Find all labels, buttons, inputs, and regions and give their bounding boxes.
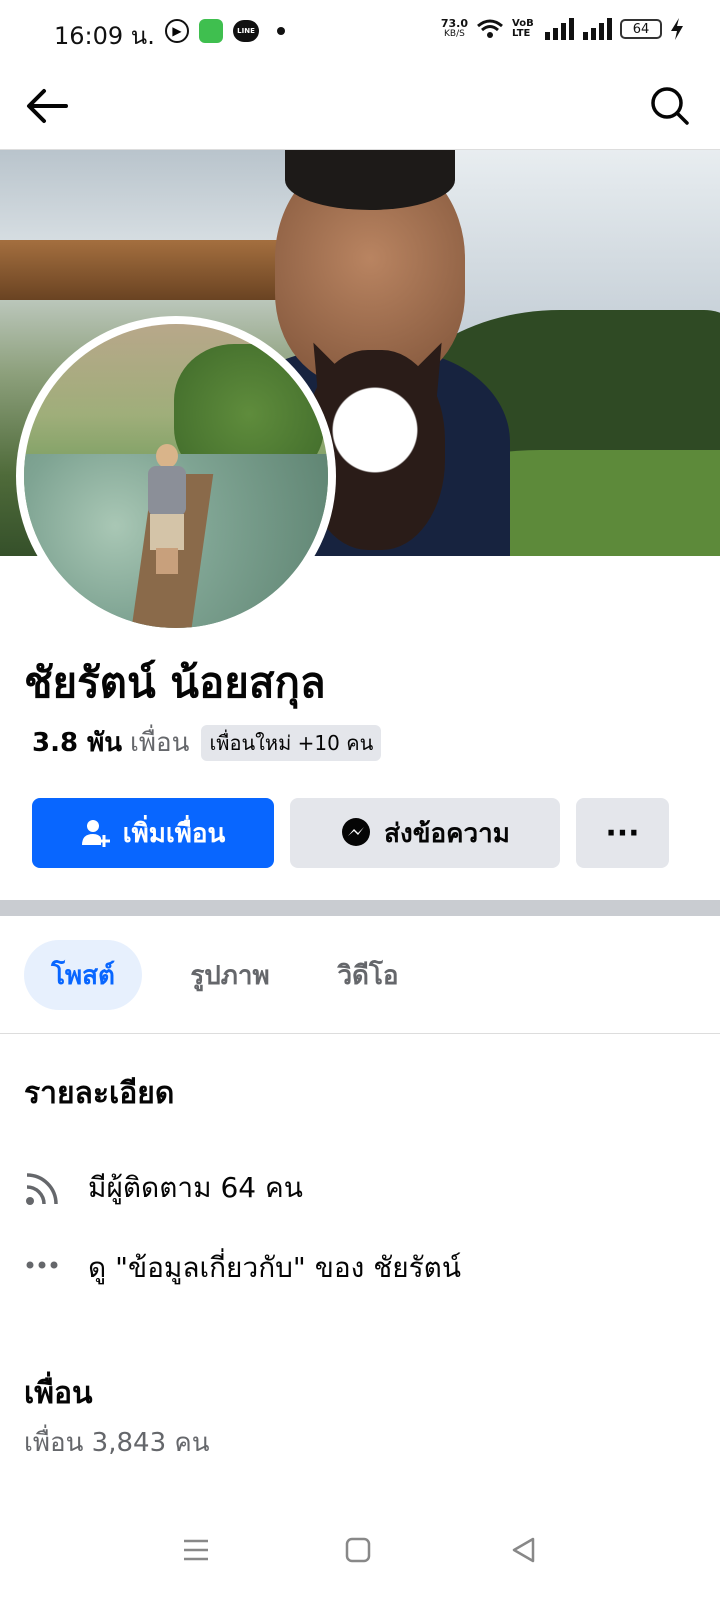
wifi-icon (477, 19, 503, 38)
more-options-button[interactable]: ··· (576, 798, 669, 868)
line-app-icon: LINE (233, 20, 259, 42)
profile-name: ชัยรัตน์ น้อยสกุล (24, 658, 326, 707)
network-speed: 73.0 KB/S (441, 18, 468, 40)
about-row[interactable]: ดู "ข้อมูลเกี่ยวกับ" ของ ชัยรัตน์ (24, 1246, 461, 1290)
status-time: 16:09 น. (54, 22, 155, 50)
followers-text: มีผู้ติดตาม 64 คน (88, 1171, 303, 1204)
friends-heading: เพื่อน (24, 1376, 93, 1411)
tab-photos[interactable]: รูปภาพ (170, 940, 290, 1010)
rss-feed-icon (24, 1169, 62, 1207)
top-app-bar (0, 64, 720, 150)
triangle-back-icon (512, 1537, 535, 1563)
recent-apps-button[interactable] (176, 1530, 216, 1570)
volte-indicator: VoB LTE (512, 18, 534, 39)
cover-roof (0, 240, 290, 300)
avatar-person (142, 444, 192, 574)
add-person-icon (81, 820, 110, 847)
battery-indicator: 64 (620, 19, 662, 39)
charging-icon (671, 18, 683, 40)
status-indicators: 73.0 KB/S VoB LTE 64 (441, 18, 684, 40)
messenger-icon (342, 818, 371, 846)
signal-2-icon (583, 18, 612, 40)
profile-picture-image (24, 324, 328, 628)
profile-picture[interactable] (16, 316, 336, 636)
section-divider (0, 900, 720, 916)
details-heading: รายละเอียด (24, 1076, 175, 1111)
system-nav-bar (0, 1500, 720, 1612)
add-friend-label: เพิ่มเพื่อน (122, 818, 226, 849)
new-friends-badge: เพื่อนใหม่ +10 คน (201, 724, 382, 761)
square-icon (345, 1537, 371, 1563)
signal-icon (545, 18, 574, 40)
message-label: ส่งข้อความ (384, 818, 510, 849)
profile-tabs: โพสต์ รูปภาพ วิดีโอ (0, 916, 720, 1034)
followers-row: มีผู้ติดตาม 64 คน (24, 1166, 303, 1210)
about-link: ดู "ข้อมูลเกี่ยวกับ" ของ ชัยรัตน์ (88, 1251, 461, 1284)
network-speed-value: 73.0 (440, 17, 468, 30)
add-friend-button[interactable]: เพิ่มเพื่อน (32, 798, 274, 868)
search-button[interactable] (650, 86, 690, 126)
media-icon: ▶ (165, 19, 189, 43)
more-icon: ··· (605, 815, 640, 851)
network-speed-unit: KB/S (444, 29, 465, 39)
arrow-left-icon (27, 89, 68, 123)
friends-total: เพื่อน 3,843 คน (24, 1428, 210, 1458)
home-button[interactable] (338, 1530, 378, 1570)
ellipsis-icon (24, 1249, 62, 1287)
notification-icons: ▶ LINE (165, 19, 285, 43)
message-button[interactable]: ส่งข้อความ (290, 798, 560, 868)
menu-icon (184, 1539, 208, 1561)
friends-count: 3.8 พัน (32, 728, 123, 758)
cover-person-hair (285, 150, 455, 210)
tab-posts[interactable]: โพสต์ (24, 940, 142, 1010)
friends-summary[interactable]: 3.8 พัน เพื่อน เพื่อนใหม่ +10 คน (32, 722, 382, 763)
search-icon (651, 87, 689, 125)
friends-label: เพื่อน (130, 728, 190, 758)
status-bar: 16:09 น. ▶ LINE 73.0 KB/S VoB LTE 64 (0, 0, 720, 64)
back-nav-button[interactable] (504, 1530, 544, 1570)
tab-videos[interactable]: วิดีโอ (318, 940, 418, 1010)
back-button[interactable] (24, 86, 70, 126)
more-notifications-dot-icon (277, 27, 285, 35)
app-notification-icon (199, 19, 223, 43)
